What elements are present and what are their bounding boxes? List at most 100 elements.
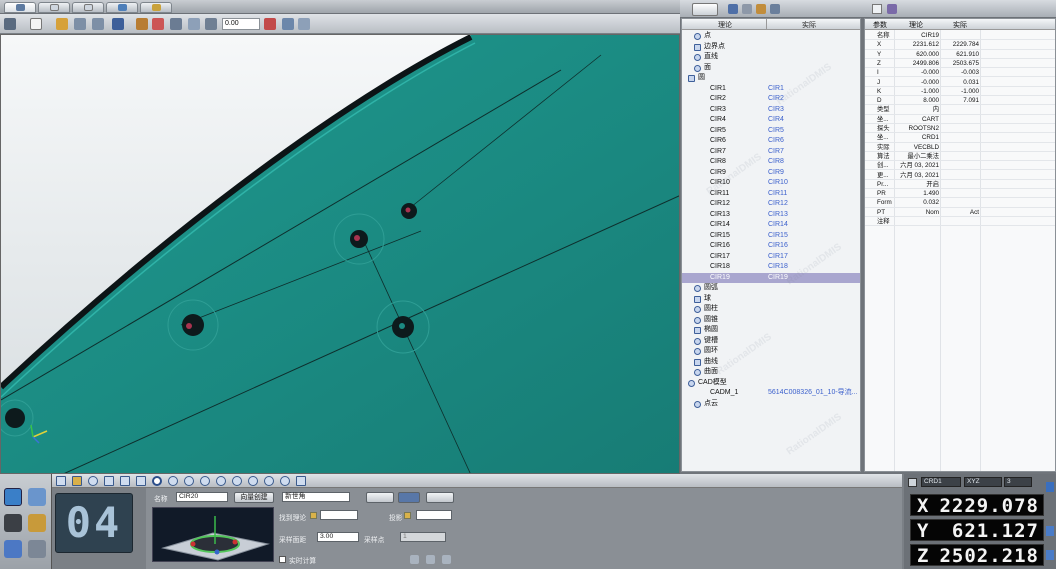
tree-row[interactable]: CIR16 CIR16 xyxy=(682,241,860,252)
tree-row[interactable]: CIR10 CIR10 xyxy=(682,178,860,189)
settings-icon[interactable] xyxy=(298,18,310,30)
tree-row[interactable]: CIR6 CIR6 xyxy=(682,136,860,147)
coord-system-select[interactable]: CRD1 xyxy=(921,477,961,487)
feature-tab-icon[interactable] xyxy=(692,3,718,16)
line-type-icon[interactable] xyxy=(104,476,114,486)
fit-view-icon[interactable] xyxy=(92,18,104,30)
props-row[interactable]: J -0.000 0.031 xyxy=(865,78,1055,87)
tab-view-5[interactable] xyxy=(140,2,172,13)
mode-button-1[interactable] xyxy=(366,492,394,503)
tree-row[interactable]: CAD模型 xyxy=(682,378,860,389)
tree-row[interactable]: 圆环 xyxy=(682,346,860,357)
tree-row[interactable]: 球 xyxy=(682,294,860,305)
color-icon[interactable] xyxy=(152,18,164,30)
dro-menu-icon[interactable] xyxy=(908,478,917,487)
props-row[interactable]: D 8.000 7.091 xyxy=(865,96,1055,106)
zoom-input[interactable]: 0.00 xyxy=(222,18,260,30)
dro-side-icon-2[interactable] xyxy=(1046,526,1054,536)
edge-point-type-icon[interactable] xyxy=(88,476,98,486)
props-row[interactable]: 实际 VECBLD xyxy=(865,143,1055,152)
home-icon[interactable] xyxy=(4,18,16,30)
plane-type-icon[interactable] xyxy=(136,476,146,486)
sort-icon[interactable] xyxy=(742,4,752,14)
cone-type-icon[interactable] xyxy=(216,476,226,486)
slash-type-icon[interactable] xyxy=(120,476,130,486)
tree-row[interactable]: 曲线 xyxy=(682,357,860,368)
measure-mode-icon[interactable] xyxy=(4,488,22,506)
tree-row[interactable]: CIR12 CIR12 xyxy=(682,199,860,210)
light-icon[interactable] xyxy=(136,18,148,30)
sample-distance-input[interactable]: 3.00 xyxy=(317,532,359,542)
undo-icon[interactable] xyxy=(442,555,451,564)
checkbox-icon[interactable] xyxy=(872,4,882,14)
tree-row[interactable]: 圆 xyxy=(682,73,860,84)
props-row[interactable]: Y 620.000 621.910 xyxy=(865,50,1055,59)
apply-icon[interactable] xyxy=(410,555,419,564)
cad-viewport[interactable] xyxy=(0,34,680,474)
props-row[interactable]: 注释 xyxy=(865,217,1055,227)
camera-icon[interactable] xyxy=(205,18,217,30)
section-icon[interactable] xyxy=(188,18,200,30)
point-type-icon[interactable] xyxy=(72,476,82,486)
ruler-icon[interactable] xyxy=(264,18,276,30)
tree-row[interactable]: CIR2 CIR2 xyxy=(682,94,860,105)
tree-row[interactable]: CIR1 CIR1 xyxy=(682,84,860,95)
tree-row[interactable]: 面 xyxy=(682,63,860,74)
tree-row[interactable]: 椭圆 xyxy=(682,325,860,336)
tree-row[interactable]: 边界点 xyxy=(682,42,860,53)
props-row[interactable]: PR 1.490 xyxy=(865,189,1055,199)
cylinder-type-icon[interactable] xyxy=(200,476,210,486)
tree-row[interactable]: 点 xyxy=(682,31,860,42)
ellipse-type-icon[interactable] xyxy=(232,476,242,486)
tree-row[interactable]: CIR8 CIR8 xyxy=(682,157,860,168)
projection-input[interactable] xyxy=(416,510,452,520)
sample-points-stepper[interactable]: 1 xyxy=(400,532,446,542)
construct-mode-icon[interactable] xyxy=(28,488,46,506)
bar-close-icon[interactable] xyxy=(56,476,66,486)
tree-row[interactable]: CIR13 CIR13 xyxy=(682,210,860,221)
feature-name-input[interactable]: CIR20 xyxy=(176,492,228,502)
probe-mode-icon[interactable] xyxy=(4,514,22,532)
tree-row[interactable]: CIR15 CIR15 xyxy=(682,231,860,242)
torus-type-icon[interactable] xyxy=(264,476,274,486)
props-row[interactable]: I -0.000 -0.003 xyxy=(865,68,1055,78)
tree-row[interactable]: 圆弧 xyxy=(682,283,860,294)
probe-icon[interactable] xyxy=(282,18,294,30)
render-icon[interactable] xyxy=(170,18,182,30)
surface-type-icon[interactable] xyxy=(296,476,306,486)
props-row[interactable]: K -1.000 -1.000 xyxy=(865,87,1055,97)
props-row[interactable]: X 2231.612 2229.784 xyxy=(865,40,1055,50)
tree-row[interactable]: CIR7 CIR7 xyxy=(682,147,860,158)
tree-row[interactable]: CIR17 CIR17 xyxy=(682,252,860,263)
tree-row[interactable]: 曲面 xyxy=(682,367,860,378)
tree-row[interactable]: CADM_1 5614C008326_01_10-导流... xyxy=(682,388,860,399)
dro-mode-select[interactable]: XYZ xyxy=(964,477,1002,487)
props-row[interactable]: 名称 CIR19 xyxy=(865,31,1055,41)
tree-row[interactable]: 键槽 xyxy=(682,336,860,347)
delete-icon[interactable] xyxy=(887,4,897,14)
tree-row[interactable]: 圆柱 xyxy=(682,304,860,315)
props-row[interactable]: PT Nom Act xyxy=(865,208,1055,217)
filter-icon[interactable] xyxy=(728,4,738,14)
report-mode-icon[interactable] xyxy=(28,540,46,558)
capture-nominal-input[interactable] xyxy=(320,510,358,520)
mode-button-2[interactable] xyxy=(398,492,420,503)
tree-row[interactable]: 点云 xyxy=(682,399,860,410)
tree-row[interactable]: CIR14 CIR14 xyxy=(682,220,860,231)
mode-button-3[interactable] xyxy=(426,492,454,503)
dro-digits-select[interactable]: 3 xyxy=(1004,477,1032,487)
sphere-type-icon[interactable] xyxy=(184,476,194,486)
props-row[interactable]: Pr... 开启 xyxy=(865,180,1055,190)
circle-type-icon[interactable] xyxy=(152,476,162,486)
props-row[interactable]: 坐... CART xyxy=(865,115,1055,124)
tree-row[interactable]: CIR9 CIR9 xyxy=(682,168,860,179)
curve-type-icon[interactable] xyxy=(280,476,290,486)
tree-row[interactable]: 直线 xyxy=(682,52,860,63)
axis-view-icon[interactable] xyxy=(112,18,124,30)
zoom-window-icon[interactable] xyxy=(74,18,86,30)
dro-side-icon-3[interactable] xyxy=(1046,550,1054,560)
realtime-calc-checkbox[interactable] xyxy=(279,556,286,563)
tree-row[interactable]: CIR3 CIR3 xyxy=(682,105,860,116)
props-row[interactable]: 创... 六月 03, 2021 xyxy=(865,161,1055,171)
tolerance-mode-icon[interactable] xyxy=(28,514,46,532)
